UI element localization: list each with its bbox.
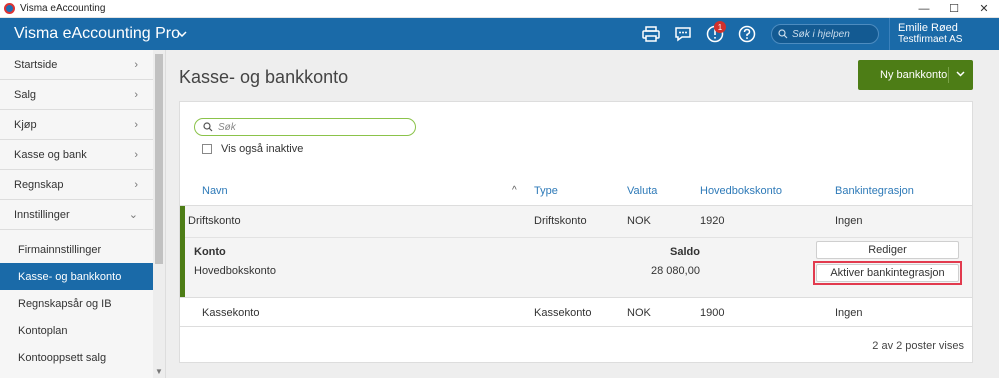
sidebar-item-label: Kjøp	[14, 118, 37, 131]
user-menu[interactable]: Emilie Røed Testfirmaet AS	[889, 18, 999, 50]
sidebar-subitem-regnskapsar-og-ib[interactable]: Regnskapsår og IB	[0, 290, 154, 317]
column-header-bankintegrasjon[interactable]: Bankintegrasjon	[835, 185, 914, 197]
column-header-navn[interactable]: Navn	[202, 185, 228, 197]
cell-navn: Kassekonto	[202, 307, 260, 319]
sidebar-item-kjop[interactable]: Kjøp ›	[0, 110, 154, 140]
sidebar-item-label: Regnskap	[14, 178, 64, 191]
sidebar-item-label: Startside	[14, 58, 58, 71]
search-placeholder: Søk	[218, 121, 236, 133]
company-name: Testfirmaet AS	[898, 34, 963, 45]
help-search-input[interactable]: Søk i hjelpen	[771, 24, 879, 44]
chevron-down-icon: ⌄	[128, 209, 138, 221]
table-row[interactable]: Kassekonto Kassekonto NOK 1900 Ingen	[180, 297, 972, 327]
cell-type: Driftskonto	[534, 215, 587, 227]
chat-icon[interactable]	[667, 18, 699, 50]
sidebar-item-kasse-og-bank[interactable]: Kasse og bank ›	[0, 140, 154, 170]
sidebar-subitem-kontooppsett-salg[interactable]: Kontooppsett salg	[0, 344, 154, 371]
chevron-right-icon: ›	[134, 118, 138, 131]
help-icon[interactable]	[731, 18, 763, 50]
page-title: Kasse- og bankkonto	[179, 67, 349, 87]
detail-konto-header: Konto	[194, 246, 226, 258]
cell-type: Kassekonto	[534, 307, 592, 319]
show-inactive-checkbox[interactable]	[202, 144, 212, 154]
sidebar: Startside › Salg › Kjøp › Kasse og bank › Re…	[0, 50, 166, 378]
minimize-icon[interactable]: —	[909, 0, 939, 18]
sidebar-subitem-kontoplan[interactable]: Kontoplan	[0, 317, 154, 344]
main-content: Kasse- og bankkonto Ny bankkonto Søk Vis…	[166, 50, 999, 378]
detail-saldo-value: 28 080,00	[651, 265, 700, 277]
table-row-expanded[interactable]: Driftskonto Driftskonto NOK 1920 Ingen K…	[180, 206, 972, 297]
column-header-hovedbokskonto[interactable]: Hovedbokskonto	[700, 185, 782, 197]
detail-konto-value: Hovedbokskonto	[194, 265, 276, 277]
cell-navn: Driftskonto	[188, 215, 241, 227]
new-bank-account-label: Ny bankkonto	[880, 69, 948, 81]
chevron-down-icon[interactable]	[956, 69, 965, 79]
app-header: Visma eAccounting Pro 1 Søk i hjelpen Em…	[0, 18, 999, 50]
sidebar-item-label: Salg	[14, 88, 37, 101]
edit-button[interactable]: Rediger	[816, 241, 959, 259]
print-icon[interactable]	[635, 18, 667, 50]
record-count: 2 av 2 poster vises	[872, 340, 964, 352]
cell-bankintegrasjon: Ingen	[835, 307, 863, 319]
sidebar-subitem-kasse-og-bankkonto[interactable]: Kasse- og bankkonto	[0, 263, 154, 290]
cell-hovedbokskonto: 1900	[700, 307, 725, 319]
user-name: Emilie Røed	[898, 22, 958, 34]
chevron-right-icon: ›	[134, 178, 138, 191]
sidebar-scrollbar[interactable]: ▼	[153, 50, 165, 378]
search-icon	[778, 29, 788, 39]
app-title[interactable]: Visma eAccounting Pro	[0, 25, 180, 43]
sidebar-subitem-firmainnstillinger[interactable]: Firmainnstillinger	[0, 236, 154, 263]
cell-bankintegrasjon: Ingen	[835, 215, 863, 227]
notification-icon[interactable]: 1	[699, 18, 731, 50]
new-bank-account-button[interactable]: Ny bankkonto	[858, 60, 973, 90]
show-inactive-label: Vis også inaktive	[221, 143, 304, 155]
sidebar-item-label: Innstillinger	[14, 208, 70, 221]
cell-valuta: NOK	[627, 215, 651, 227]
maximize-icon[interactable]: ☐	[939, 0, 969, 18]
sidebar-item-startside[interactable]: Startside ›	[0, 50, 154, 80]
window-controls: — ☐ ✕	[909, 0, 999, 18]
help-search-placeholder: Søk i hjelpen	[792, 28, 850, 40]
column-header-type[interactable]: Type	[534, 185, 558, 197]
accounts-panel: Søk Vis også inaktive Navn ^ Type Valuta…	[179, 101, 973, 363]
cell-hovedbokskonto: 1920	[700, 215, 725, 227]
chevron-right-icon: ›	[134, 148, 138, 161]
scrollbar-thumb[interactable]	[155, 54, 163, 264]
sidebar-item-innstillinger[interactable]: Innstillinger ⌄	[0, 200, 154, 230]
detail-saldo-header: Saldo	[670, 246, 700, 258]
sidebar-item-label: Kasse og bank	[14, 148, 87, 161]
chevron-right-icon: ›	[134, 88, 138, 101]
window-title: Visma eAccounting	[20, 3, 106, 14]
detail-divider	[185, 237, 972, 238]
close-icon[interactable]: ✕	[969, 0, 999, 18]
chevron-down-icon[interactable]	[172, 31, 192, 37]
app-logo-icon	[4, 3, 15, 14]
button-separator	[948, 67, 949, 83]
sidebar-item-regnskap[interactable]: Regnskap ›	[0, 170, 154, 200]
highlight-box	[813, 261, 962, 285]
column-header-valuta[interactable]: Valuta	[627, 185, 657, 197]
window-titlebar: Visma eAccounting — ☐ ✕	[0, 0, 999, 18]
chevron-right-icon: ›	[134, 58, 138, 71]
search-input[interactable]: Søk	[194, 118, 416, 136]
notification-badge: 1	[714, 21, 726, 33]
search-icon	[203, 122, 213, 132]
scroll-down-icon[interactable]: ▼	[155, 367, 163, 376]
cell-valuta: NOK	[627, 307, 651, 319]
show-inactive-checkbox-row[interactable]: Vis også inaktive	[202, 143, 303, 155]
sort-ascending-icon[interactable]: ^	[512, 185, 517, 196]
table-header: Navn ^ Type Valuta Hovedbokskonto Bankin…	[180, 176, 972, 206]
sidebar-item-salg[interactable]: Salg ›	[0, 80, 154, 110]
